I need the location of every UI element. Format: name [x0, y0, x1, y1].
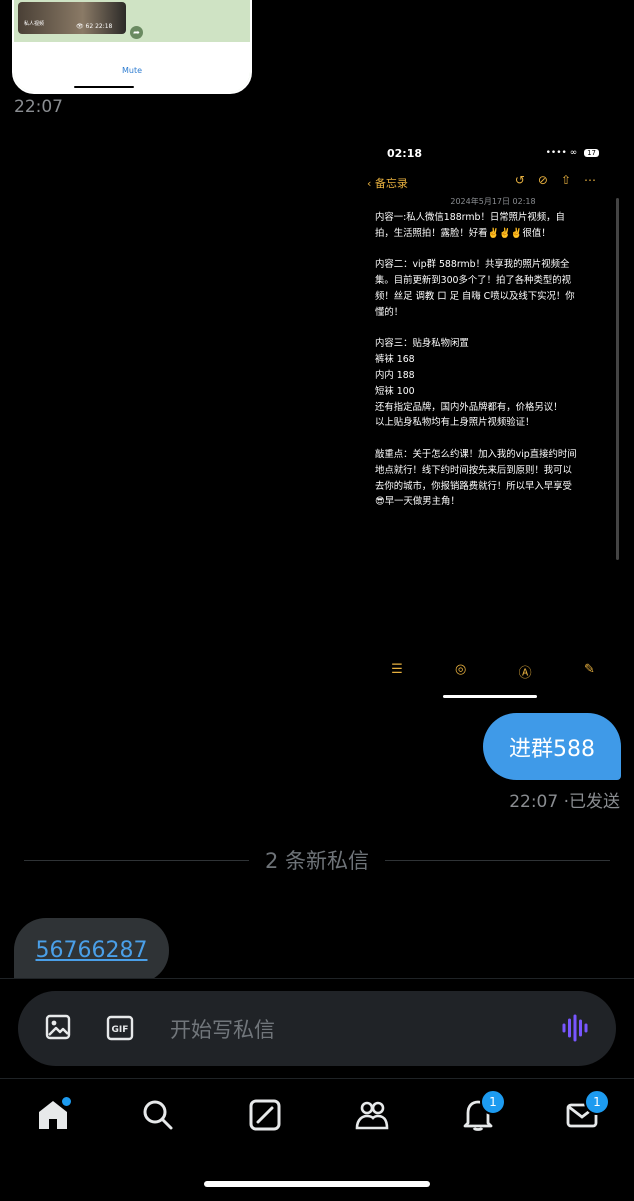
search-icon: [143, 1100, 173, 1130]
notes-screenshot-image[interactable]: 02:18 •••• ∞ 17 ‹ 备忘录 ↺⊘⇧⋯ 2024年5月17日 02…: [365, 140, 621, 700]
sent-message-bubble[interactable]: 进群588: [483, 713, 621, 780]
notifications-badge: 1: [480, 1089, 506, 1115]
tab-grok[interactable]: [247, 1097, 283, 1133]
message-input[interactable]: 开始写私信: [170, 1014, 275, 1044]
status-icons: •••• ∞ 17: [546, 148, 599, 158]
communities-icon: [355, 1101, 389, 1130]
divider-line-right: [385, 859, 611, 861]
sent-message-text: 进群588: [509, 736, 595, 762]
sent-message-status: 22:07 ·已发送: [509, 792, 620, 812]
composer-area: GIF 开始写私信: [0, 978, 634, 1078]
new-messages-divider: 2 条新私信: [24, 845, 611, 875]
forwarded-image-preview[interactable]: 私人视频 👁 62 22:18 ➦ Mute: [12, 0, 252, 94]
status-time: 02:18: [387, 147, 423, 160]
tab-notifications[interactable]: 1: [460, 1089, 506, 1133]
gif-label: GIF: [112, 1025, 129, 1035]
message-timestamp: 22:07: [14, 97, 63, 117]
image-icon[interactable]: [44, 1013, 72, 1041]
gif-icon[interactable]: GIF: [106, 1014, 134, 1042]
tab-communities[interactable]: [354, 1097, 390, 1133]
tab-search[interactable]: [140, 1097, 176, 1133]
compose-icon: ✎: [583, 662, 595, 677]
preview-home-indicator: [74, 86, 134, 88]
video-meta: 👁 62 22:18: [76, 23, 113, 30]
voice-message-icon[interactable]: [560, 1013, 590, 1043]
new-messages-label: 2 条新私信: [264, 849, 370, 873]
message-link[interactable]: 56766287: [36, 938, 148, 963]
share-icon[interactable]: ➦: [130, 26, 143, 39]
divider-line-left: [24, 859, 249, 861]
home-unread-dot: [60, 1095, 73, 1108]
received-message-bubble[interactable]: 56766287: [14, 918, 169, 983]
camera-icon: ◎: [455, 662, 467, 677]
signal-icon: •••• ∞: [545, 148, 578, 158]
checklist-icon: ☰: [391, 662, 403, 677]
message-composer[interactable]: GIF 开始写私信: [18, 991, 616, 1066]
grok-icon: [249, 1099, 281, 1131]
notes-toolbar-icons: ↺⊘⇧⋯: [514, 173, 609, 187]
battery-icon: 17: [584, 149, 599, 157]
note-date: 2024年5月17日 02:18: [450, 197, 536, 206]
notes-bottom-toolbar: ☰ ◎ Ⓐ ✎: [365, 662, 621, 681]
tab-messages[interactable]: 1: [564, 1089, 610, 1133]
markup-icon: Ⓐ: [518, 666, 532, 681]
note-scrollbar: [616, 198, 619, 560]
video-label: 私人视频: [24, 21, 45, 27]
tab-home[interactable]: [35, 1095, 73, 1133]
messages-badge: 1: [584, 1089, 610, 1115]
notes-back-button: ‹ 备忘录: [367, 177, 408, 190]
note-body: 内容一:私人微信188rmb！日常照片视频，自 拍，生活照拍！露脸！好看✌️✌️…: [375, 212, 577, 508]
notes-home-indicator: [443, 695, 537, 698]
home-indicator: [204, 1181, 430, 1187]
mute-button[interactable]: Mute: [14, 66, 250, 75]
